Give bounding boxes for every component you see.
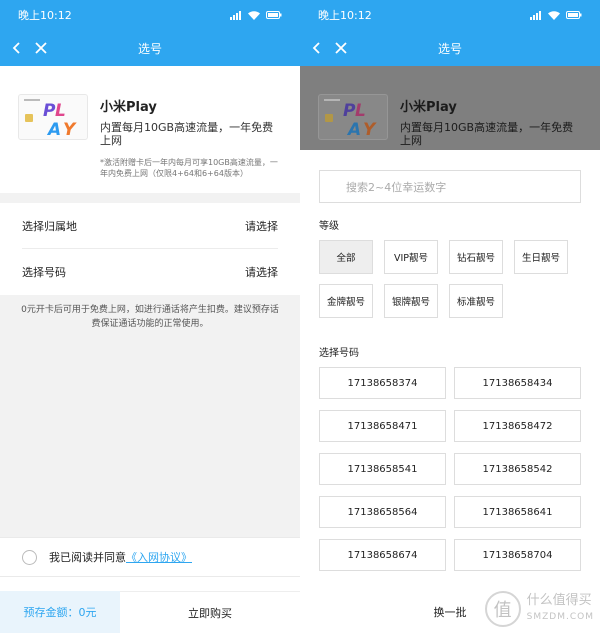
back-icon[interactable] [6,30,28,66]
grade-all[interactable]: 全部 [319,240,373,274]
grade-gold[interactable]: 金牌靓号 [319,284,373,318]
grade-birthday[interactable]: 生日靓号 [514,240,568,274]
agree-radio[interactable] [22,549,37,565]
play-logo-icon: P L A Y [343,101,377,138]
number-option[interactable]: 17138658542 [454,453,581,485]
svg-text:Y: Y [363,120,377,138]
number-option[interactable]: 17138658471 [319,410,446,442]
agreement-row: 我已阅读并同意 《入网协议》 [0,537,300,577]
select-region-row[interactable]: 选择归属地 请选择 [22,203,278,249]
product-desc: 内置每月10GB高速流量，一年免费上网 [400,121,574,147]
status-icons [530,10,582,20]
product-card: P L A Y 小米Play 内置每月10GB高速流量，一年免费上网 [300,66,600,150]
product-card: P L A Y 小米Play 内置每月10GB高速流量，一年免费上网 *激活附赠… [0,66,300,193]
status-icons [230,10,282,20]
product-desc: 内置每月10GB高速流量，一年免费上网 [100,121,274,147]
grade-standard[interactable]: 标准靓号 [449,284,503,318]
select-number-value: 请选择 [245,266,278,279]
number-option[interactable]: 17138658564 [319,496,446,528]
select-number-row[interactable]: 选择号码 请选择 [22,249,278,295]
divider [0,193,300,203]
close-icon[interactable] [330,30,352,66]
watermark-cn: 什么值得买 [526,593,592,608]
bottom-bar: 预存金额：0元 立即购买 [0,591,300,633]
number-option[interactable]: 17138658641 [454,496,581,528]
number-option[interactable]: 17138658374 [319,367,446,399]
number-list: 17138658374 17138658434 17138658471 1713… [319,367,581,571]
select-region-label: 选择归属地 [22,219,77,233]
play-logo-icon: P L A Y [43,101,77,138]
select-number-label: 选择号码 [22,266,66,279]
grade-diamond[interactable]: 钻石靓号 [449,240,503,274]
svg-text:A: A [46,120,61,138]
battery-icon [266,11,282,19]
number-picker-sheet: 搜索2~4位幸运数字 等级 全部 VIP靓号 钻石靓号 生日靓号 金牌靓号 银牌… [300,170,600,571]
agreement-link[interactable]: 《入网协议》 [126,549,192,565]
buy-now-button[interactable]: 立即购买 [120,591,300,633]
watermark: 值 什么值得买 SMZDM.COM [484,591,594,627]
status-bar: 晚上10:12 [0,0,300,30]
svg-text:L: L [55,101,66,121]
product-note: *激活附赠卡后一年内每月可享10GB高速流量，一年内免费上网（仅限4+64和6+… [100,158,278,178]
battery-icon [566,11,582,19]
product-name: 小米Play [400,100,457,115]
signal-icon [230,10,241,20]
signal-icon [530,10,541,20]
svg-text:Y: Y [63,120,77,138]
number-option[interactable]: 17138658434 [454,367,581,399]
agree-text: 我已阅读并同意 [49,551,126,564]
status-bar: 晚上10:12 [300,0,600,30]
back-icon[interactable] [306,30,328,66]
number-option[interactable]: 17138658541 [319,453,446,485]
modal-backdrop[interactable]: P L A Y 小米Play 内置每月10GB高速流量，一年免费上网 [300,66,600,150]
wifi-icon [548,10,560,20]
right-screen: 晚上10:12 选号 P L A Y 小米Play 内置每月10GB高速流量，一… [300,0,600,633]
numbers-label: 选择号码 [319,348,359,359]
page-title: 选号 [137,41,162,56]
watermark-logo-icon: 值 [484,591,521,627]
svg-text:L: L [355,101,366,121]
sim-card-image: P L A Y [318,94,388,140]
grade-options: 全部 VIP靓号 钻石靓号 生日靓号 金牌靓号 银牌靓号 标准靓号 [319,240,581,318]
grade-vip[interactable]: VIP靓号 [384,240,438,274]
wifi-icon [248,10,260,20]
product-name: 小米Play [100,100,157,115]
nav-bar: 选号 [300,30,600,66]
grade-silver[interactable]: 银牌靓号 [384,284,438,318]
page-title: 选号 [437,41,462,56]
number-option[interactable]: 17138658472 [454,410,581,442]
select-rows: 选择归属地 请选择 选择号码 请选择 [0,203,300,295]
svg-text:A: A [346,120,361,138]
status-time: 晚上10:12 [318,9,372,22]
notice-text: 0元开卡后可用于免费上网，如进行通话将产生扣费。建议预存话费保证通话功能的正常使… [0,295,300,537]
number-option[interactable]: 17138658674 [319,539,446,571]
grade-label: 等级 [319,221,339,232]
watermark-en: SMZDM.COM [526,612,594,622]
close-icon[interactable] [30,30,52,66]
number-option[interactable]: 17138658704 [454,539,581,571]
select-region-value: 请选择 [245,219,278,233]
sim-card-image: P L A Y [18,94,88,140]
left-screen: 晚上10:12 选号 P L A Y 小米Play 内置每月10GB高速流量，一… [0,0,300,633]
nav-bar: 选号 [0,30,300,66]
status-time: 晚上10:12 [18,9,72,22]
deposit-amount: 预存金额：0元 [0,591,120,633]
lucky-number-search-input[interactable]: 搜索2~4位幸运数字 [319,170,581,203]
